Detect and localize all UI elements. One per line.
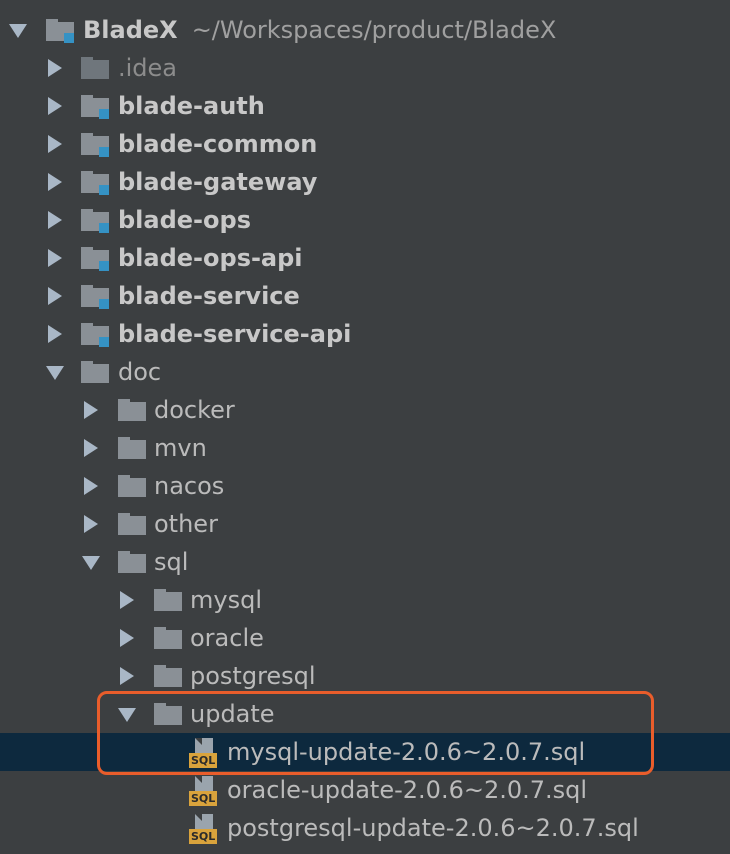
tree-row-label: docker bbox=[154, 396, 235, 424]
tree-row-other[interactable]: other bbox=[0, 505, 730, 543]
tree-row-blade-auth[interactable]: blade-auth bbox=[0, 87, 730, 125]
folder-icon bbox=[118, 475, 148, 497]
tree-row-root[interactable]: BladeX ~/Workspaces/product/BladeX bbox=[0, 11, 730, 49]
collapse-arrow-icon[interactable] bbox=[120, 591, 134, 609]
collapse-arrow-icon[interactable] bbox=[120, 667, 134, 685]
tree-row-blade-service[interactable]: blade-service bbox=[0, 277, 730, 315]
tree-row-label: other bbox=[154, 510, 218, 538]
folder-icon bbox=[118, 513, 148, 535]
collapse-arrow-icon[interactable] bbox=[48, 59, 62, 77]
tree-row-label: blade-ops bbox=[118, 206, 251, 234]
module-folder-icon bbox=[81, 133, 111, 157]
tree-row-blade-service-api[interactable]: blade-service-api bbox=[0, 315, 730, 353]
collapse-arrow-icon[interactable] bbox=[84, 515, 98, 533]
tree-row-blade-gateway[interactable]: blade-gateway bbox=[0, 163, 730, 201]
collapse-arrow-icon[interactable] bbox=[48, 287, 62, 305]
tree-row-nacos[interactable]: nacos bbox=[0, 467, 730, 505]
folder-icon bbox=[118, 551, 148, 573]
collapse-arrow-icon[interactable] bbox=[48, 173, 62, 191]
folder-icon bbox=[154, 703, 184, 725]
folder-icon bbox=[81, 361, 111, 383]
collapse-arrow-icon[interactable] bbox=[84, 401, 98, 419]
tree-row-oracle[interactable]: oracle bbox=[0, 619, 730, 657]
folder-icon bbox=[154, 665, 184, 687]
tree-row-oracle-update-sql[interactable]: SQL oracle-update-2.0.6~2.0.7.sql bbox=[0, 771, 730, 809]
folder-icon bbox=[154, 589, 184, 611]
tree-row-label: mysql bbox=[190, 586, 262, 614]
tree-row-label: oracle bbox=[190, 624, 264, 652]
collapse-arrow-icon[interactable] bbox=[84, 439, 98, 457]
tree-row-label: mvn bbox=[154, 434, 207, 462]
folder-icon bbox=[154, 627, 184, 649]
expand-arrow-icon[interactable] bbox=[118, 708, 136, 722]
module-folder-icon bbox=[81, 209, 111, 233]
tree-row-label: update bbox=[190, 700, 275, 728]
tree-row-label: blade-service-api bbox=[118, 320, 352, 348]
module-folder-icon bbox=[81, 95, 111, 119]
module-folder-icon bbox=[81, 323, 111, 347]
collapse-arrow-icon[interactable] bbox=[120, 629, 134, 647]
tree-row-label: postgresql bbox=[190, 662, 316, 690]
tree-row-mysql-update-sql[interactable]: SQL mysql-update-2.0.6~2.0.7.sql bbox=[0, 733, 730, 771]
tree-row-label: postgresql-update-2.0.6~2.0.7.sql bbox=[227, 814, 639, 842]
module-folder-icon bbox=[46, 19, 76, 43]
collapse-arrow-icon[interactable] bbox=[48, 325, 62, 343]
tree-row-label: BladeX ~/Workspaces/product/BladeX bbox=[83, 15, 556, 45]
tree-row-postgresql-update-sql[interactable]: SQL postgresql-update-2.0.6~2.0.7.sql bbox=[0, 809, 730, 847]
project-tree: BladeX ~/Workspaces/product/BladeX .idea … bbox=[0, 0, 730, 854]
folder-icon bbox=[118, 437, 148, 459]
tree-row-blade-ops-api[interactable]: blade-ops-api bbox=[0, 239, 730, 277]
tree-row-label: blade-ops-api bbox=[118, 244, 303, 272]
tree-row-update[interactable]: update bbox=[0, 695, 730, 733]
tree-row-label: .idea bbox=[118, 54, 178, 82]
tree-row-label: blade-auth bbox=[118, 92, 265, 120]
tree-row-blade-ops[interactable]: blade-ops bbox=[0, 201, 730, 239]
project-name: BladeX bbox=[83, 16, 178, 44]
tree-row-label: sql bbox=[154, 548, 189, 576]
sql-file-icon: SQL bbox=[189, 814, 221, 844]
collapse-arrow-icon[interactable] bbox=[48, 211, 62, 229]
tree-row-label: nacos bbox=[154, 472, 225, 500]
folder-icon bbox=[81, 57, 111, 79]
expand-arrow-icon[interactable] bbox=[9, 24, 27, 38]
tree-row-idea[interactable]: .idea bbox=[0, 49, 730, 87]
project-path: ~/Workspaces/product/BladeX bbox=[191, 16, 557, 44]
collapse-arrow-icon[interactable] bbox=[48, 135, 62, 153]
expand-arrow-icon[interactable] bbox=[46, 366, 64, 380]
tree-row-postgresql[interactable]: postgresql bbox=[0, 657, 730, 695]
tree-row-mvn[interactable]: mvn bbox=[0, 429, 730, 467]
tree-row-sql[interactable]: sql bbox=[0, 543, 730, 581]
tree-row-label: blade-common bbox=[118, 130, 318, 158]
tree-row-label: blade-service bbox=[118, 282, 300, 310]
tree-row-label: mysql-update-2.0.6~2.0.7.sql bbox=[227, 738, 586, 766]
tree-row-blade-common[interactable]: blade-common bbox=[0, 125, 730, 163]
collapse-arrow-icon[interactable] bbox=[48, 97, 62, 115]
collapse-arrow-icon[interactable] bbox=[84, 477, 98, 495]
module-folder-icon bbox=[81, 247, 111, 271]
module-folder-icon bbox=[81, 285, 111, 309]
tree-row-label: blade-gateway bbox=[118, 168, 318, 196]
folder-icon bbox=[118, 399, 148, 421]
expand-arrow-icon[interactable] bbox=[82, 556, 100, 570]
module-folder-icon bbox=[81, 171, 111, 195]
tree-row-mysql[interactable]: mysql bbox=[0, 581, 730, 619]
tree-row-label: doc bbox=[118, 358, 162, 386]
tree-row-docker[interactable]: docker bbox=[0, 391, 730, 429]
collapse-arrow-icon[interactable] bbox=[48, 249, 62, 267]
tree-row-label: oracle-update-2.0.6~2.0.7.sql bbox=[227, 776, 588, 804]
tree-row-doc[interactable]: doc bbox=[0, 353, 730, 391]
sql-file-icon: SQL bbox=[189, 738, 221, 768]
sql-file-icon: SQL bbox=[189, 776, 221, 806]
